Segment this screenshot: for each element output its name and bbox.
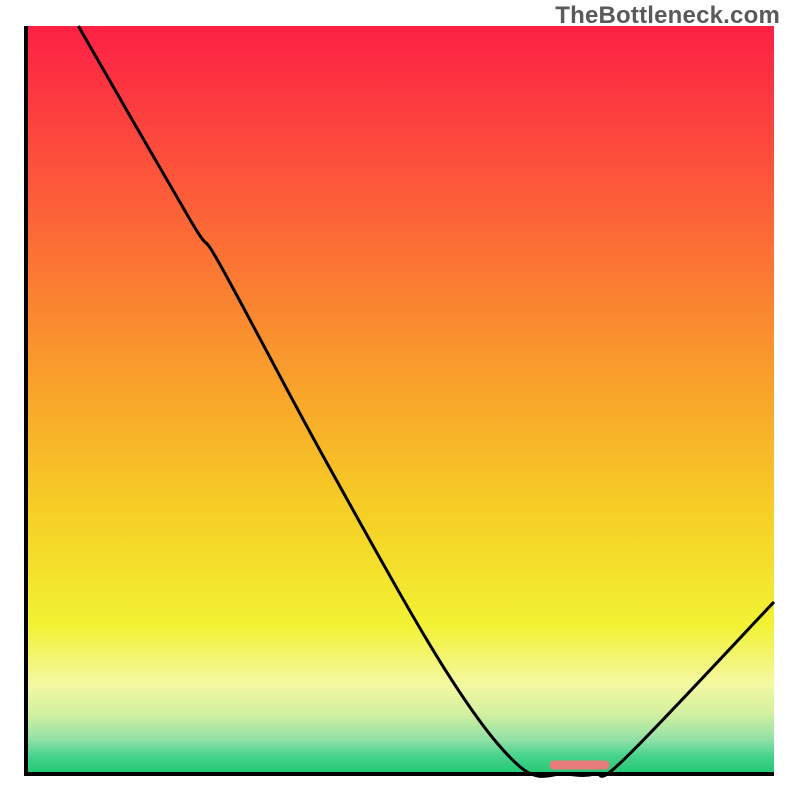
bottleneck-chart: TheBottleneck.com xyxy=(0,0,800,800)
optimal-range-marker xyxy=(550,761,610,770)
watermark-text: TheBottleneck.com xyxy=(555,2,780,30)
plot-background xyxy=(26,26,774,774)
chart-canvas xyxy=(0,0,800,800)
